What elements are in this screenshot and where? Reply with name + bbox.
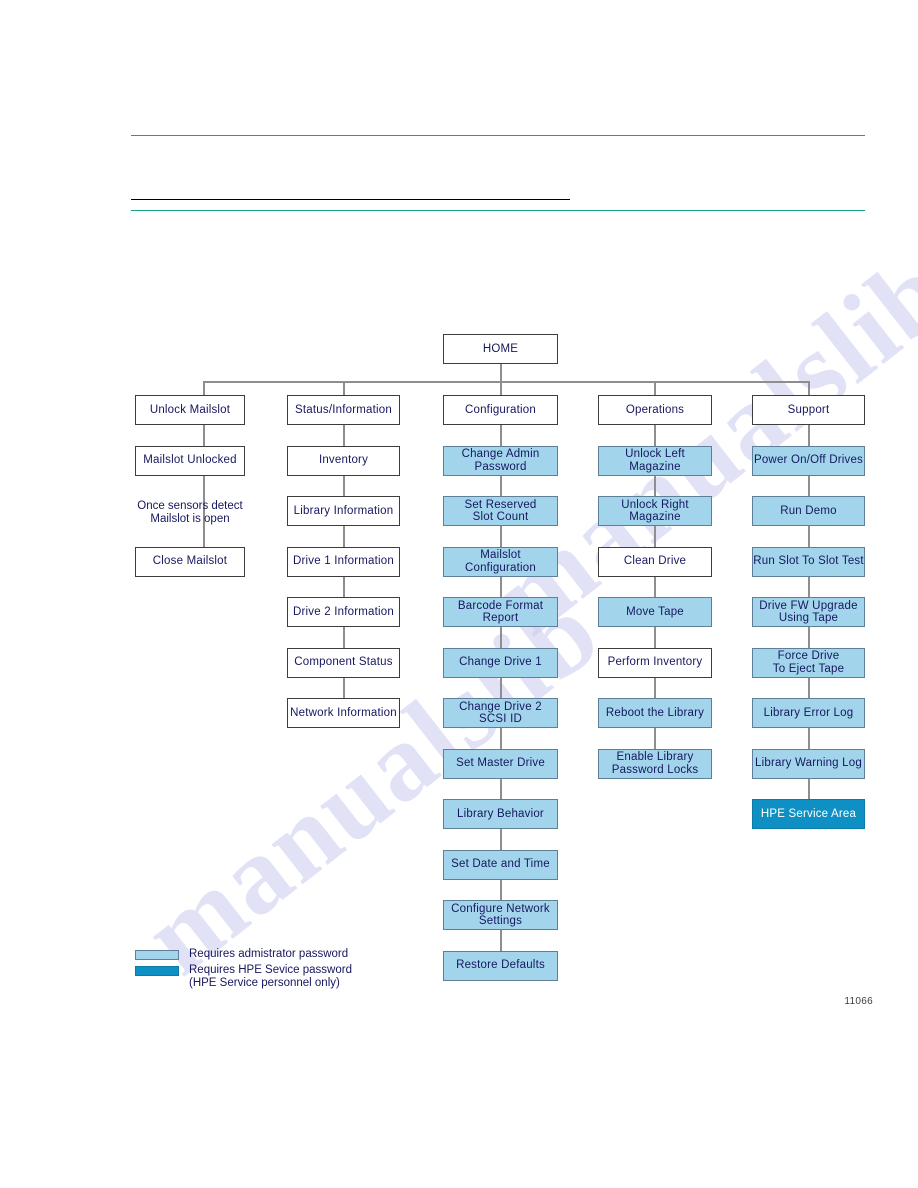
menu-node-unlock-mailslot[interactable]: Unlock Mailslot xyxy=(135,395,245,425)
connector-support-3 xyxy=(807,576,810,597)
connector-support-7 xyxy=(807,778,810,799)
legend: Requires admistrator password Requires H… xyxy=(135,948,352,993)
connector-status-information-2 xyxy=(342,526,345,547)
connector-bus-drop-1 xyxy=(342,381,345,395)
menu-node-library-warning-log[interactable]: Library Warning Log xyxy=(752,748,865,779)
connector-bus-drop-4 xyxy=(807,381,810,395)
menu-node-clean-drive[interactable]: Clean Drive xyxy=(598,546,712,577)
menu-node-library-error-log[interactable]: Library Error Log xyxy=(752,698,865,728)
legend-swatch-service-icon xyxy=(135,966,179,976)
connector-support-0 xyxy=(807,425,810,446)
menu-node-change-admin-password[interactable]: Change Admin Password xyxy=(443,445,558,476)
menu-node-configure-network-settings[interactable]: Configure Network Settings xyxy=(443,900,558,930)
connector-configuration-5 xyxy=(499,677,502,698)
connector-configuration-8 xyxy=(499,829,502,850)
figure-id: 11066 xyxy=(844,996,873,1007)
connector-configuration-6 xyxy=(499,728,502,749)
menu-node-library-behavior[interactable]: Library Behavior xyxy=(443,799,558,829)
connector-bus-drop-0 xyxy=(203,381,205,395)
connector-configuration-10 xyxy=(499,930,502,951)
menu-node-perform-inventory[interactable]: Perform Inventory xyxy=(598,647,712,678)
connector-status-information-4 xyxy=(342,627,345,648)
connector-support-4 xyxy=(807,627,810,648)
menu-node-unlock-right-magazine[interactable]: Unlock Right Magazine xyxy=(598,496,712,526)
menu-node-set-master-drive[interactable]: Set Master Drive xyxy=(443,748,558,779)
connector-home-down xyxy=(499,364,502,381)
connector-unlock-mailslot-0 xyxy=(203,425,205,446)
connector-bus xyxy=(204,381,809,383)
menu-tree-diagram: HOME Unlock Mailslot Mailslot Unlocked Once… xyxy=(0,0,918,1188)
menu-node-set-reserved-slot-count[interactable]: Set Reserved Slot Count xyxy=(443,496,558,526)
menu-node-inventory[interactable]: Inventory xyxy=(287,445,400,476)
menu-node-run-slot-to-slot-test[interactable]: Run Slot To Slot Test xyxy=(752,546,865,577)
menu-node-unlock-left-magazine[interactable]: Unlock Left Magazine xyxy=(598,445,712,476)
connector-operations-3 xyxy=(654,576,656,597)
menu-node-hpe-service-area[interactable]: HPE Service Area xyxy=(752,799,865,829)
menu-node-library-information[interactable]: Library Information xyxy=(287,496,400,526)
connector-support-2 xyxy=(807,526,810,547)
connector-configuration-2 xyxy=(499,526,502,547)
legend-swatch-admin-icon xyxy=(135,950,179,960)
menu-node-change-drive-2-scsi-id[interactable]: Change Drive 2 SCSI ID xyxy=(443,698,558,728)
connector-operations-6 xyxy=(654,728,656,749)
menu-node-home[interactable]: HOME xyxy=(443,334,558,364)
menu-node-close-mailslot[interactable]: Close Mailslot xyxy=(135,546,245,577)
menu-node-configuration[interactable]: Configuration xyxy=(443,395,558,425)
menu-node-mailslot-unlocked[interactable]: Mailslot Unlocked xyxy=(135,445,245,476)
menu-node-drive-fw-upgrade-using-tape[interactable]: Drive FW Upgrade Using Tape xyxy=(752,597,865,627)
menu-node-drive-2-information[interactable]: Drive 2 Information xyxy=(287,597,400,627)
connector-configuration-9 xyxy=(499,879,502,900)
menu-node-restore-defaults[interactable]: Restore Defaults xyxy=(443,950,558,981)
menu-node-drive-1-information[interactable]: Drive 1 Information xyxy=(287,546,400,577)
connector-configuration-3 xyxy=(499,576,502,597)
connector-status-information-5 xyxy=(342,677,345,698)
connector-operations-4 xyxy=(654,627,656,648)
menu-node-set-date-and-time[interactable]: Set Date and Time xyxy=(443,849,558,880)
connector-operations-1 xyxy=(654,475,656,496)
menu-node-component-status[interactable]: Component Status xyxy=(287,647,400,678)
legend-row-admin: Requires admistrator password xyxy=(135,948,352,961)
connector-bus-drop-3 xyxy=(654,381,656,395)
menu-node-power-on-off-drives[interactable]: Power On/Off Drives xyxy=(752,445,865,476)
connector-configuration-4 xyxy=(499,627,502,648)
menu-node-operations[interactable]: Operations xyxy=(598,395,712,425)
connector-status-information-0 xyxy=(342,425,345,446)
menu-node-reboot-the-library[interactable]: Reboot the Library xyxy=(598,698,712,728)
connector-operations-5 xyxy=(654,677,656,698)
connector-configuration-1 xyxy=(499,475,502,496)
menu-node-barcode-format-report[interactable]: Barcode Format Report xyxy=(443,597,558,627)
menu-note-once-sensors-detect-mailslot-is-open: Once sensors detect Mailslot is open xyxy=(137,500,243,525)
menu-node-mailslot-configuration[interactable]: Mailslot Configuration xyxy=(443,546,558,577)
connector-status-information-3 xyxy=(342,576,345,597)
menu-node-support[interactable]: Support xyxy=(752,395,865,425)
menu-node-status-information[interactable]: Status/Information xyxy=(287,395,400,425)
connector-configuration-0 xyxy=(499,425,502,446)
connector-operations-2 xyxy=(654,526,656,547)
connector-support-1 xyxy=(807,475,810,496)
menu-node-move-tape[interactable]: Move Tape xyxy=(598,597,712,627)
connector-support-6 xyxy=(807,728,810,749)
menu-node-force-drive-to-eject-tape[interactable]: Force Drive To Eject Tape xyxy=(752,647,865,678)
connector-unlock-mailslot-2 xyxy=(203,526,205,547)
legend-row-service: Requires HPE Sevice password (HPE Servic… xyxy=(135,964,352,990)
menu-node-change-drive-1[interactable]: Change Drive 1 xyxy=(443,647,558,678)
connector-bus-drop-2 xyxy=(499,381,502,395)
legend-label-admin: Requires admistrator password xyxy=(189,948,349,960)
menu-node-network-information[interactable]: Network Information xyxy=(287,698,400,728)
connector-support-5 xyxy=(807,677,810,698)
legend-label-service: Requires HPE Sevice password (HPE Servic… xyxy=(189,964,352,989)
connector-operations-0 xyxy=(654,425,656,446)
connector-configuration-7 xyxy=(499,778,502,799)
menu-node-run-demo[interactable]: Run Demo xyxy=(752,496,865,526)
menu-node-enable-library-password-locks[interactable]: Enable Library Password Locks xyxy=(598,748,712,779)
connector-status-information-1 xyxy=(342,475,345,496)
